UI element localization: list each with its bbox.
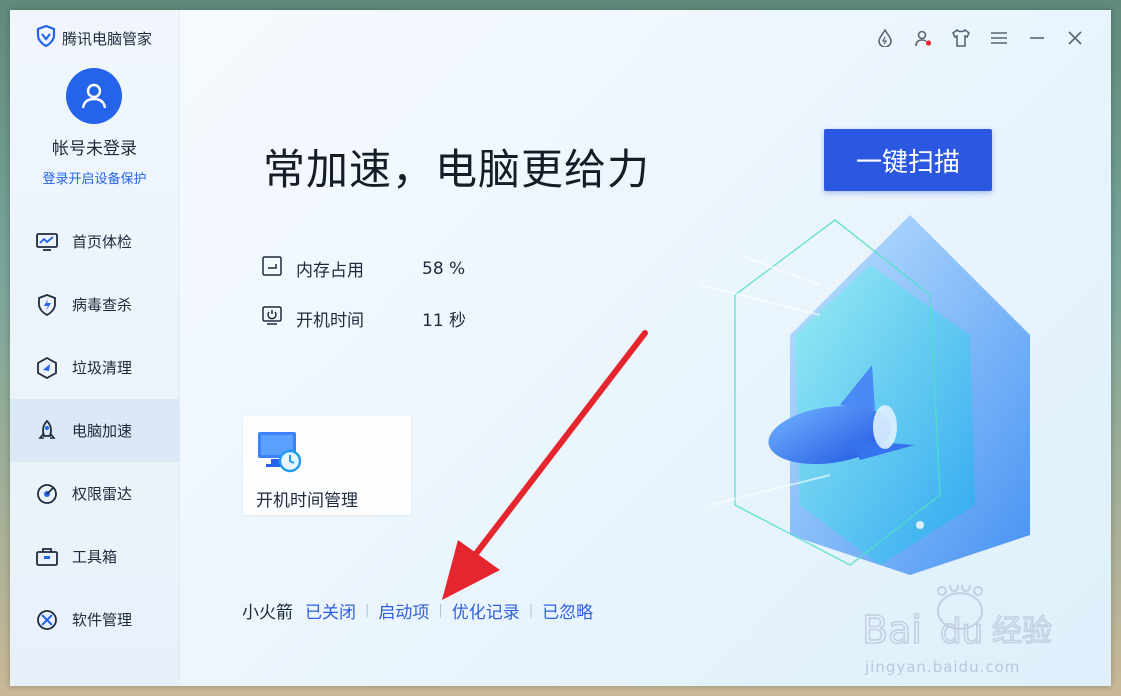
login-link[interactable]: 登录开启设备保护 <box>10 168 179 187</box>
link-divider: | <box>365 603 370 618</box>
stat-label: 开机时间 <box>296 311 364 331</box>
avatar[interactable] <box>66 68 122 124</box>
sidebar-item-permission-radar[interactable]: 权限雷达 <box>10 462 179 525</box>
svg-text:du: du <box>940 612 983 652</box>
memory-icon <box>262 256 282 281</box>
sidebar-item-software[interactable]: 软件管理 <box>10 588 179 651</box>
power-monitor-icon <box>262 306 282 331</box>
sidebar-item-toolbox[interactable]: 工具箱 <box>10 525 179 588</box>
brand: 腾讯电脑管家 <box>36 24 153 51</box>
stat-value: 58 % <box>422 258 466 279</box>
sidebar-item-label: 病毒查杀 <box>72 296 133 314</box>
sidebar-nav: 首页体检 病毒查杀 垃圾清理 电脑加速 权限雷达 工具箱 软件管理 <box>10 210 179 651</box>
toolbox-icon <box>36 546 58 568</box>
sidebar: 腾讯电脑管家 帐号未登录 登录开启设备保护 首页体检 病毒查杀 垃圾清理 电脑加… <box>10 10 180 686</box>
sidebar-item-label: 垃圾清理 <box>72 359 133 377</box>
sidebar-item-label: 电脑加速 <box>72 422 133 440</box>
baidu-watermark-logo: Bai du 经验 <box>860 582 1070 659</box>
sidebar-item-virus-scan[interactable]: 病毒查杀 <box>10 273 179 336</box>
monitor-clock-icon <box>257 431 303 477</box>
broom-clean-icon <box>36 356 58 379</box>
rocket-icon <box>36 419 58 442</box>
shield-lightning-icon <box>36 293 58 316</box>
close-icon[interactable] <box>1065 28 1085 48</box>
memory-usage-stat: 内存占用 58 % <box>262 256 465 281</box>
sidebar-item-label: 软件管理 <box>72 611 133 629</box>
account-name: 帐号未登录 <box>52 139 137 159</box>
rocket-closed-link[interactable]: 已关闭 <box>305 598 356 623</box>
software-grid-icon <box>36 609 58 631</box>
app-window: 腾讯电脑管家 帐号未登录 登录开启设备保护 首页体检 病毒查杀 垃圾清理 电脑加… <box>10 10 1111 686</box>
boot-time-manager-card[interactable]: 开机时间管理 <box>243 416 411 515</box>
sidebar-item-checkup[interactable]: 首页体检 <box>10 210 179 273</box>
red-arrow-annotation <box>442 330 648 600</box>
brand-name: 腾讯电脑管家 <box>62 29 153 48</box>
radar-icon <box>36 483 58 505</box>
sidebar-item-cleanup[interactable]: 垃圾清理 <box>10 336 179 399</box>
page-headline: 常加速，电脑更给力 <box>263 145 651 194</box>
sidebar-item-label: 首页体检 <box>72 233 133 251</box>
stat-label: 内存占用 <box>296 261 364 281</box>
watermark-url: jingyan.baidu.com <box>865 658 1021 676</box>
sidebar-item-label: 权限雷达 <box>72 485 133 503</box>
drop-icon[interactable] <box>875 28 895 48</box>
sidebar-item-speedup[interactable]: 电脑加速 <box>10 399 179 462</box>
rocket-hexagon-illustration <box>685 205 1060 589</box>
skin-tshirt-icon[interactable] <box>951 28 971 48</box>
tencent-shield-logo-icon <box>36 24 56 51</box>
sidebar-item-label: 工具箱 <box>72 548 118 566</box>
svg-text:经验: 经验 <box>992 614 1052 649</box>
minimize-icon[interactable] <box>1027 28 1047 48</box>
user-notification-icon[interactable] <box>913 28 933 48</box>
menu-icon[interactable] <box>989 28 1009 48</box>
titlebar-controls <box>875 28 1085 48</box>
rocket-label: 小火箭 <box>242 603 293 623</box>
svg-text:Bai: Bai <box>862 608 922 652</box>
card-title: 开机时间管理 <box>256 491 358 511</box>
user-icon <box>81 83 107 109</box>
monitor-checkup-icon <box>36 231 58 253</box>
one-click-scan-button[interactable]: 一键扫描 <box>824 129 992 191</box>
